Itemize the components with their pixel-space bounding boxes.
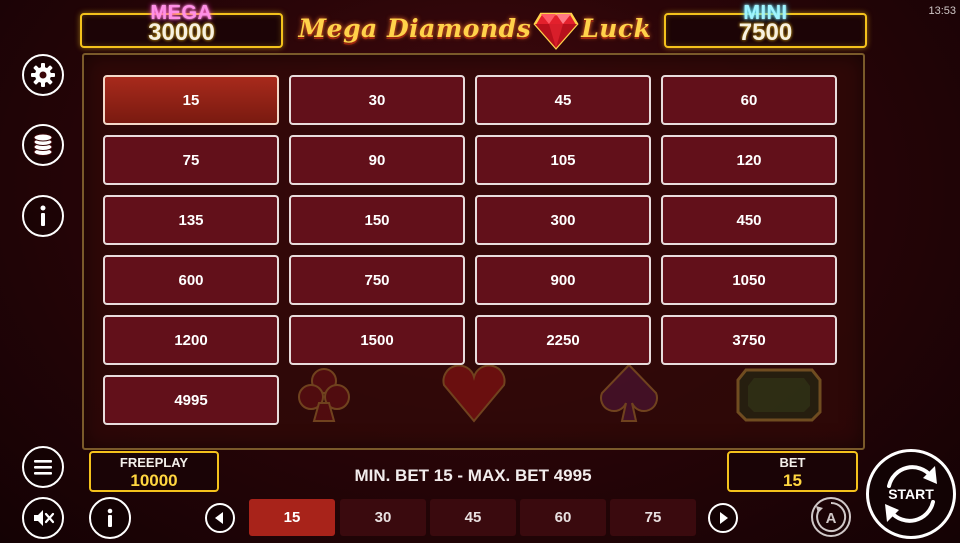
- next-bets-button[interactable]: [708, 503, 738, 533]
- bet-selection-panel: 15 30 45 60 75 90 105 120 135 150 300 450 600 750 900 1…: [82, 53, 865, 450]
- freeplay-label: FREEPLAY: [119, 455, 189, 470]
- bet-option[interactable]: 1500: [289, 315, 465, 365]
- bet-display: BET 15: [727, 451, 858, 492]
- clock: 13:53: [928, 5, 956, 17]
- mini-jackpot: MINI 7500: [664, 2, 867, 48]
- bet-option[interactable]: 105: [475, 135, 651, 185]
- game-logo: Mega Diamonds Luck: [292, 6, 658, 50]
- speaker-muted-icon: [34, 510, 55, 526]
- chevron-right-icon: [720, 512, 728, 524]
- bet-option[interactable]: 15: [103, 75, 279, 125]
- bet-limits-text: MIN. BET 15 - MAX. BET 4995: [354, 466, 592, 485]
- bet-option[interactable]: 45: [475, 75, 651, 125]
- chevron-left-icon: [215, 512, 223, 524]
- freeplay-balance: FREEPLAY 10000: [89, 451, 219, 492]
- bet-option[interactable]: 300: [475, 195, 651, 245]
- bet-option[interactable]: 3750: [661, 315, 837, 365]
- autoplay-button[interactable]: A: [811, 497, 851, 537]
- bet-option[interactable]: 150: [289, 195, 465, 245]
- logo-text-left: Mega Diamonds: [298, 13, 532, 43]
- menu-button[interactable]: [22, 446, 64, 488]
- bet-option[interactable]: 75: [103, 135, 279, 185]
- bet-label: BET: [779, 455, 806, 470]
- mini-jackpot-value: 7500: [738, 19, 793, 46]
- bet-options-grid: 15 30 45 60 75 90 105 120 135 150 300 450 600 750 900 1…: [103, 75, 837, 425]
- bet-option[interactable]: 4995: [103, 375, 279, 425]
- mega-jackpot-value: 30000: [148, 19, 215, 46]
- start-label: START: [888, 486, 934, 502]
- autoplay-icon: A: [816, 501, 847, 532]
- bet-option[interactable]: 900: [475, 255, 651, 305]
- bet-option[interactable]: 1200: [103, 315, 279, 365]
- quick-bet-option[interactable]: 45: [430, 499, 516, 536]
- bet-option[interactable]: 1050: [661, 255, 837, 305]
- bet-option[interactable]: 135: [103, 195, 279, 245]
- settings-button[interactable]: [22, 54, 64, 96]
- quick-bet-option[interactable]: 60: [520, 499, 606, 536]
- bet-option[interactable]: 120: [661, 135, 837, 185]
- previous-bets-button[interactable]: [205, 503, 235, 533]
- gear-icon: [31, 63, 55, 87]
- bet-option[interactable]: 450: [661, 195, 837, 245]
- bet-option[interactable]: 600: [103, 255, 279, 305]
- diamond-icon: [533, 12, 579, 50]
- info-button[interactable]: [89, 497, 131, 539]
- quick-bet-option[interactable]: 75: [610, 499, 696, 536]
- bet-option[interactable]: 2250: [475, 315, 651, 365]
- quick-bet-option[interactable]: 15: [249, 499, 335, 536]
- info-icon: [107, 508, 113, 527]
- paytable-button[interactable]: [22, 195, 64, 237]
- coins-icon: [33, 133, 53, 156]
- bet-option[interactable]: 750: [289, 255, 465, 305]
- mega-jackpot: MEGA 30000: [80, 2, 283, 48]
- info-icon: [40, 205, 46, 226]
- bet-value: 15: [783, 471, 802, 490]
- sound-toggle-button[interactable]: [22, 497, 64, 539]
- bet-settings-button[interactable]: [22, 124, 64, 166]
- start-spin-button[interactable]: START: [866, 449, 956, 539]
- bet-option[interactable]: 30: [289, 75, 465, 125]
- bet-option[interactable]: 90: [289, 135, 465, 185]
- quick-bet-option[interactable]: 30: [340, 499, 426, 536]
- svg-text:A: A: [826, 510, 837, 527]
- hamburger-menu-icon: [34, 460, 52, 475]
- logo-text-right: Luck: [581, 13, 652, 43]
- bet-option[interactable]: 60: [661, 75, 837, 125]
- freeplay-value: 10000: [130, 471, 178, 490]
